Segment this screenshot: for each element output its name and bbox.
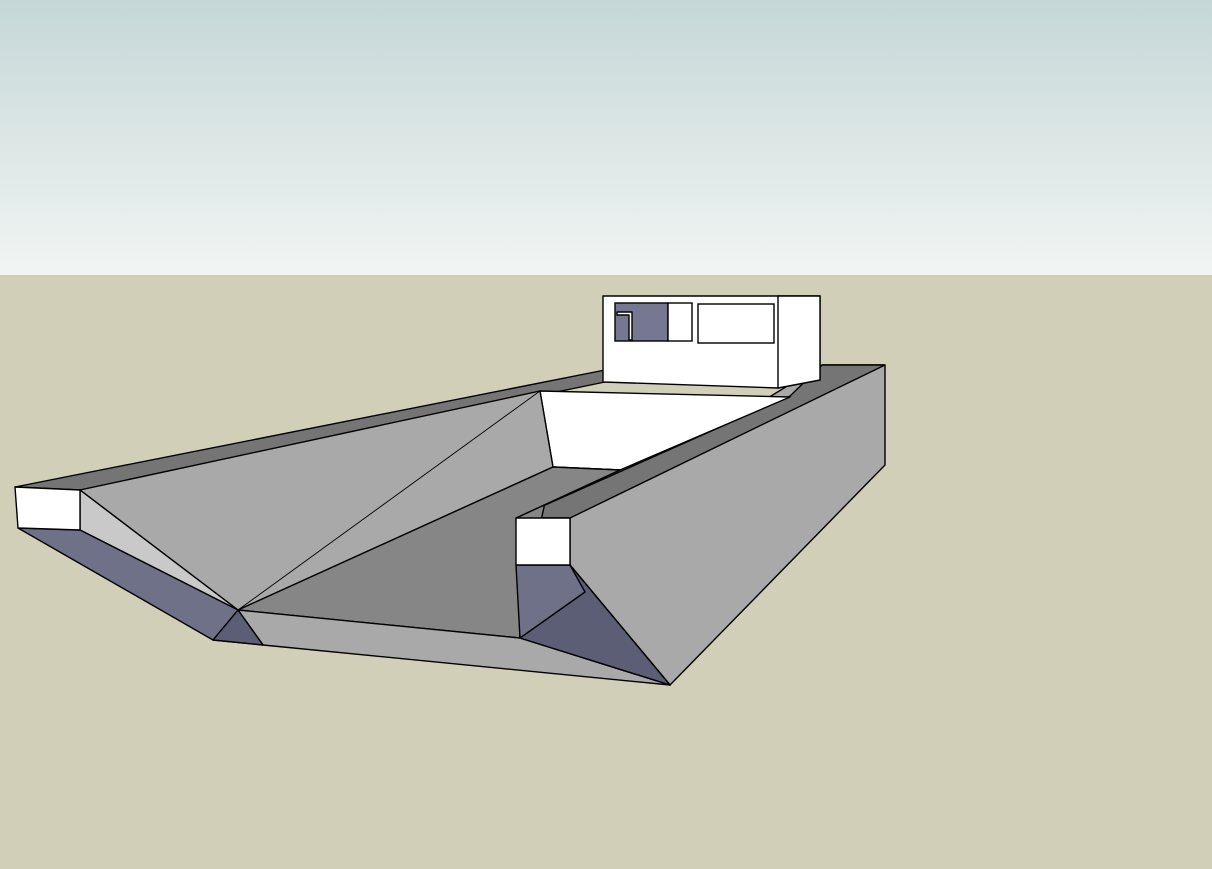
3d-viewport[interactable] — [0, 0, 1212, 869]
boat-model[interactable] — [0, 0, 1212, 869]
left-rail-end-cap[interactable] — [14, 486, 81, 531]
cabin-front-face[interactable] — [777, 295, 821, 389]
cabin-door-frame[interactable] — [667, 302, 693, 342]
right-rail-end-cap[interactable] — [515, 517, 571, 566]
cabin-window-right[interactable] — [697, 303, 775, 344]
cabin-window-left[interactable] — [614, 302, 669, 342]
